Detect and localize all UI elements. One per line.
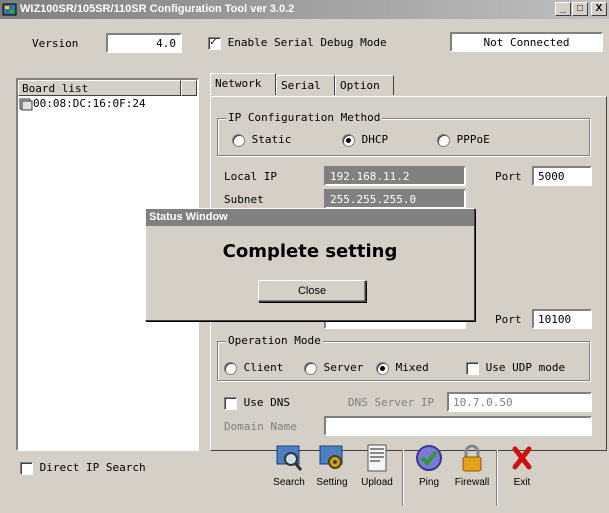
tab-option[interactable]: Option	[335, 75, 394, 95]
local-ip-field[interactable]: 192.168.11.2	[324, 166, 466, 186]
board-list-header-spacer	[181, 80, 197, 96]
exit-button[interactable]: Exit	[500, 443, 544, 509]
firewall-button[interactable]: Firewall	[450, 443, 494, 509]
dns-server-ip-field[interactable]: 10.7.0.50	[447, 392, 592, 412]
toolbar-divider	[402, 450, 404, 506]
radio-dhcp-dot[interactable]	[342, 133, 355, 147]
radio-dhcp[interactable]: DHCP	[342, 133, 388, 147]
dns-checkbox-box[interactable]	[224, 396, 237, 410]
ping-icon	[416, 445, 442, 471]
setting-icon	[319, 445, 343, 469]
search-button[interactable]: Search	[267, 443, 311, 509]
lock-icon	[462, 444, 482, 472]
local-port-label: Port	[495, 170, 522, 183]
use-dns-label: Use DNS	[243, 396, 290, 409]
firewall-label: Firewall	[454, 477, 490, 488]
connection-status: Not Connected	[450, 32, 603, 52]
local-ip-label: Local IP	[224, 170, 277, 183]
status-dialog[interactable]: Status Window Complete setting Close	[145, 208, 475, 321]
search-label: Search	[273, 477, 305, 488]
exit-icon	[512, 446, 532, 470]
version-label: Version	[32, 37, 79, 50]
server-port-label: Port	[495, 313, 522, 326]
direct-ip-checkbox-box[interactable]	[20, 461, 33, 475]
radio-server-dot[interactable]	[304, 361, 317, 375]
udp-mode-label: Use UDP mode	[485, 361, 566, 374]
upload-button[interactable]: Upload	[355, 443, 399, 509]
toolbar-divider	[496, 450, 498, 506]
domain-name-label: Domain Name	[224, 420, 297, 433]
radio-static[interactable]: Static	[232, 133, 291, 147]
dns-server-ip-label: DNS Server IP	[348, 396, 435, 409]
upload-label: Upload	[361, 477, 393, 488]
subnet-field[interactable]: 255.255.255.0	[324, 189, 466, 209]
exit-label: Exit	[513, 477, 531, 488]
debug-checkbox-box[interactable]	[208, 35, 221, 50]
radio-client[interactable]: Client	[224, 361, 283, 375]
operation-mode-legend: Operation Mode	[226, 334, 323, 347]
radio-mixed[interactable]: Mixed	[376, 361, 429, 375]
domain-name-field[interactable]	[324, 416, 592, 436]
ip-config-legend: IP Configuration Method	[226, 111, 383, 124]
radio-pppoe-dot[interactable]	[437, 133, 450, 147]
radio-pppoe[interactable]: PPPoE	[437, 133, 490, 147]
use-dns-checkbox[interactable]: Use DNS	[224, 396, 290, 410]
radio-pppoe-label: PPPoE	[456, 133, 490, 146]
board-list-header[interactable]: Board list	[18, 80, 181, 96]
board-icon	[19, 98, 33, 110]
close-window-button[interactable]: X	[591, 2, 607, 16]
ping-button[interactable]: Ping	[407, 443, 451, 509]
setting-label: Setting	[316, 477, 348, 488]
version-field[interactable]: 4.0	[106, 33, 182, 53]
radio-dhcp-label: DHCP	[361, 133, 389, 146]
tab-network[interactable]: Network	[210, 73, 276, 95]
tab-serial[interactable]: Serial	[276, 75, 335, 95]
udp-mode-checkbox[interactable]: Use UDP mode	[466, 361, 565, 375]
ping-label: Ping	[418, 477, 439, 488]
local-port-field[interactable]: 5000	[532, 166, 592, 186]
debug-mode-label: Enable Serial Debug Mode	[227, 36, 387, 49]
search-icon	[276, 445, 303, 471]
radio-server[interactable]: Server	[304, 361, 363, 375]
board-mac: 00:08:DC:16:0F:24	[33, 97, 146, 110]
debug-mode-checkbox[interactable]: Enable Serial Debug Mode	[208, 35, 387, 50]
subnet-label: Subnet	[224, 193, 264, 206]
setting-button[interactable]: Setting	[310, 443, 354, 509]
window-title: WIZ100SR/105SR/110SR Configuration Tool …	[20, 3, 295, 15]
list-item[interactable]: 00:08:DC:16:0F:24	[19, 97, 146, 111]
radio-static-label: Static	[251, 133, 292, 146]
maximize-button[interactable]: □	[572, 2, 588, 16]
upload-icon	[367, 444, 387, 472]
direct-ip-search-label: Direct IP Search	[39, 461, 146, 474]
app-icon	[2, 3, 17, 16]
direct-ip-search-checkbox[interactable]: Direct IP Search	[20, 461, 146, 475]
radio-static-dot[interactable]	[232, 133, 245, 147]
radio-client-dot[interactable]	[224, 361, 237, 375]
dialog-message: Complete setting	[222, 241, 398, 262]
radio-client-label: Client	[243, 361, 284, 374]
minimize-button[interactable]: _	[555, 2, 571, 16]
udp-checkbox-box[interactable]	[466, 361, 479, 375]
title-bar[interactable]: WIZ100SR/105SR/110SR Configuration Tool …	[0, 0, 609, 19]
radio-mixed-dot[interactable]	[376, 361, 389, 375]
radio-server-label: Server	[323, 361, 364, 374]
server-port-field[interactable]: 10100	[532, 309, 592, 329]
dialog-title[interactable]: Status Window	[146, 209, 474, 226]
dialog-close-button[interactable]: Close	[258, 280, 366, 302]
radio-mixed-label: Mixed	[395, 361, 429, 374]
